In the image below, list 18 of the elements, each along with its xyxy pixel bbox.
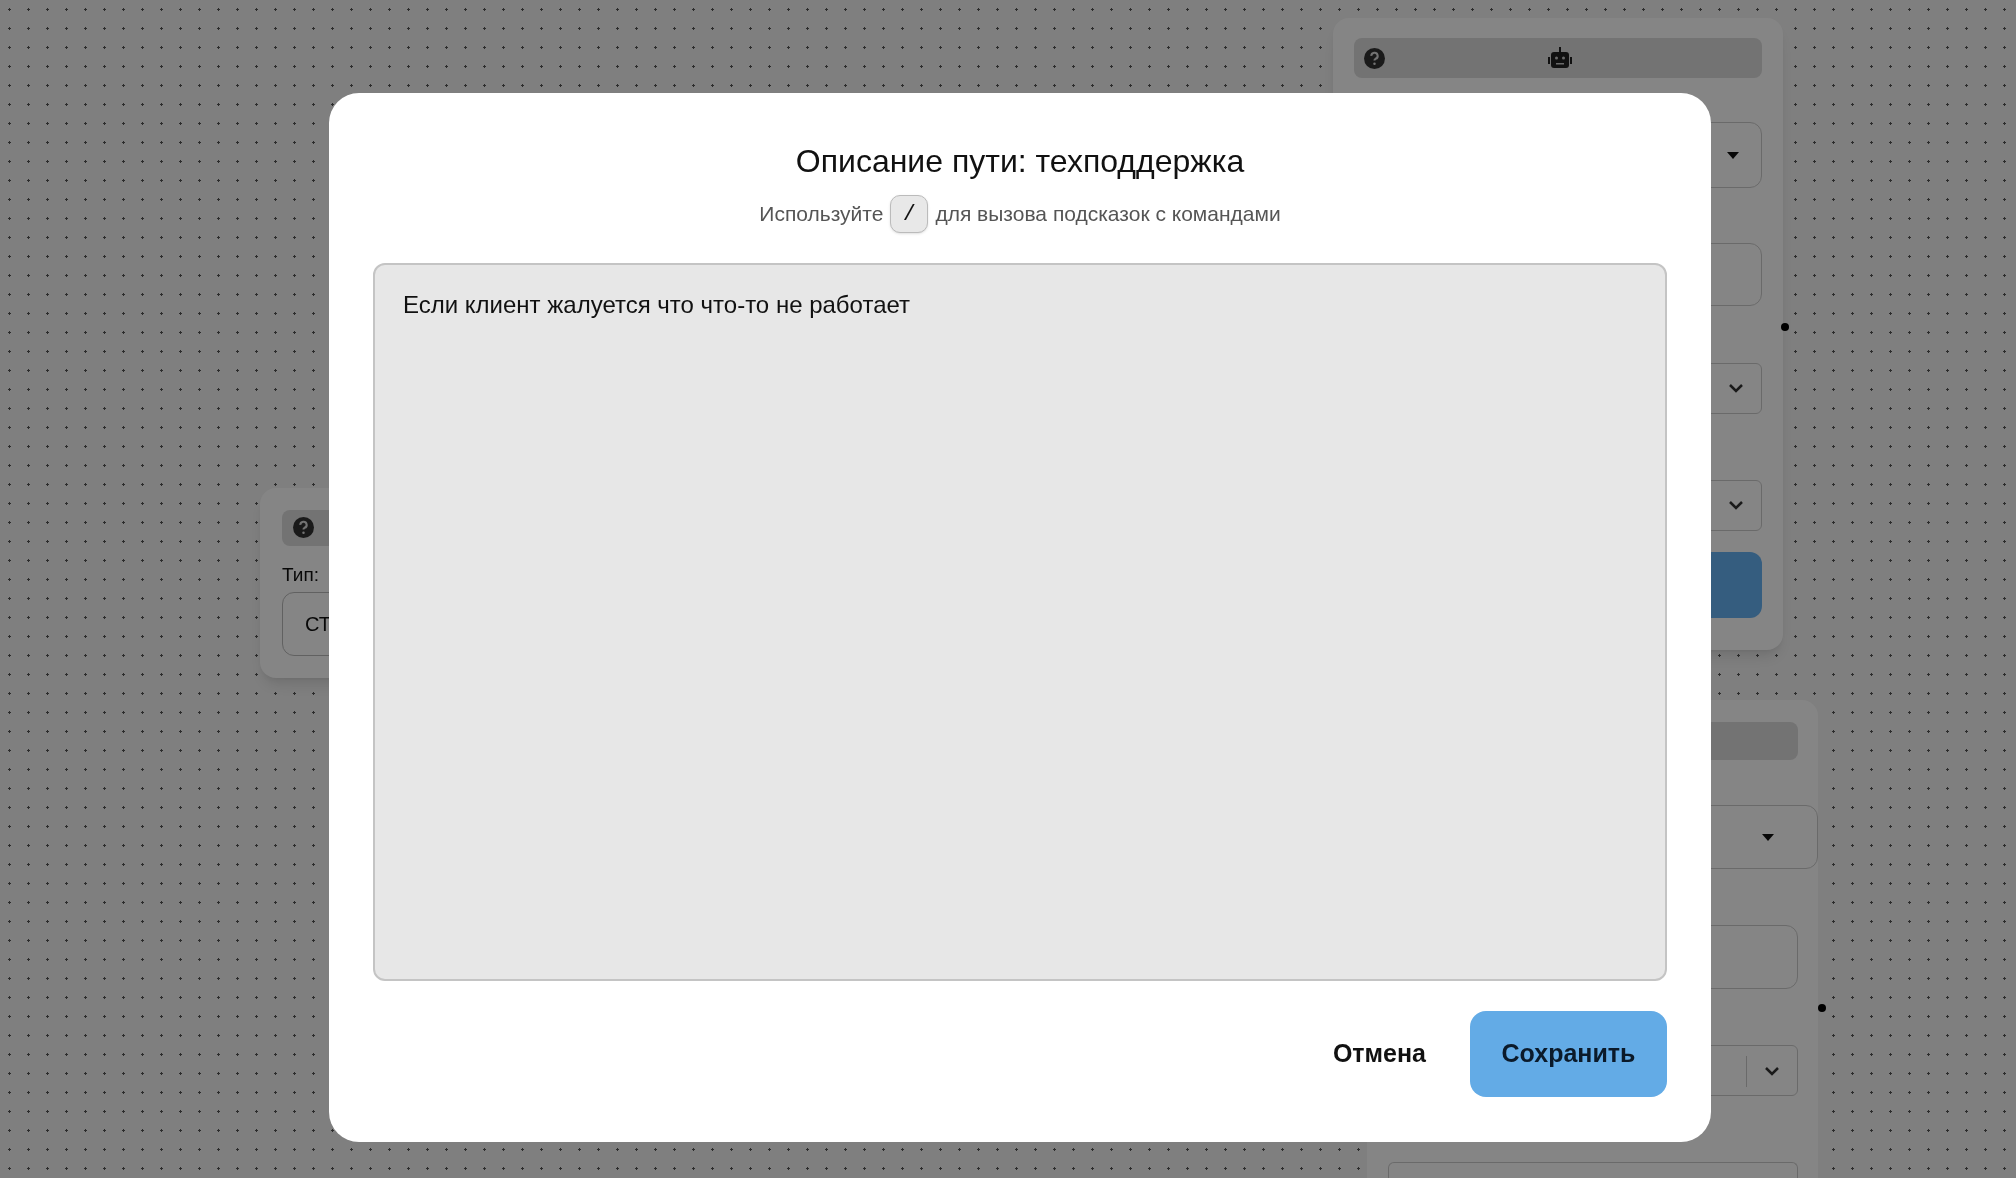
chevron-icon (1728, 383, 1744, 393)
save-button[interactable]: Сохранить (1470, 1011, 1667, 1097)
robot-icon[interactable] (1547, 46, 1573, 70)
key-cap: / (890, 195, 929, 233)
text-area[interactable]: Если клиент жалуется что что-то не работает (373, 263, 1667, 981)
hint-text: Используйте (759, 201, 884, 228)
hint-text: для вызова подсказок с командами (935, 201, 1281, 228)
caret-icon (1727, 152, 1739, 159)
cancel-button[interactable]: Отмена (1324, 1011, 1434, 1097)
help-icon[interactable] (1364, 48, 1385, 69)
field-label: Тип: (282, 563, 319, 587)
chevron-icon (1728, 500, 1744, 510)
input-field[interactable] (1388, 1162, 1798, 1178)
dialog-title: Описание пути: техподдержка (795, 142, 1245, 181)
field-value: СТ (305, 612, 331, 637)
chevron-icon (1764, 1066, 1780, 1076)
caret-icon (1762, 834, 1774, 841)
help-icon[interactable] (293, 517, 314, 538)
